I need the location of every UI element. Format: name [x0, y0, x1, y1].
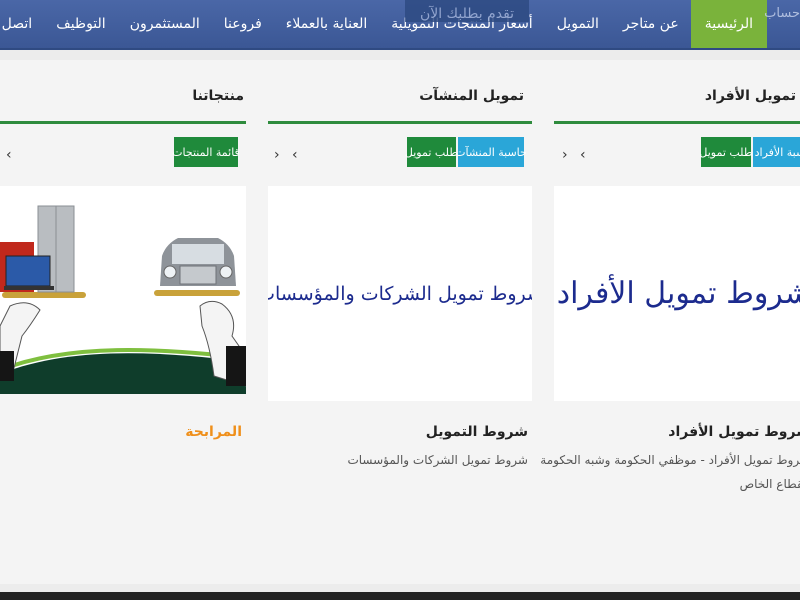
bottom-bar [0, 592, 800, 600]
item-title-link[interactable]: المرابحة [185, 424, 242, 440]
item-title-link[interactable]: شروط تمويل الأفراد [668, 424, 800, 440]
nav-home[interactable]: الرئيسية [690, 0, 767, 48]
section-title: تمويل المنشآت [419, 88, 524, 104]
nav-branches[interactable]: فروعنا [212, 0, 274, 48]
item-description: القطاع الخاص [739, 477, 800, 491]
banner-text: شروط تمويل الأفراد [556, 276, 800, 311]
nav-financing[interactable]: التمويل [545, 0, 611, 48]
nav-contact[interactable]: اتصل بنا [0, 0, 44, 48]
carousel-prev-arrow[interactable]: ‹ [580, 148, 586, 162]
products-section: منتجاتنا قائمة المنتجات ‹ المرابحة [0, 60, 246, 584]
main-navigation: الرئيسية عن متاجر التمويل أسعار المنتجات… [0, 0, 800, 50]
enterprises-financing-section: تمويل المنشآت حاسبة المنشآت طلب تمويل › … [268, 60, 532, 584]
individuals-calculator-button[interactable]: حاسبة الأفراد [753, 137, 800, 167]
enterprises-banner[interactable]: شروط تمويل الشركات والمؤسسات [268, 186, 532, 401]
carousel-prev-arrow[interactable]: ‹ [6, 148, 12, 162]
nav-about[interactable]: عن متاجر [611, 0, 691, 48]
murabaha-illustration [0, 186, 246, 394]
item-description: شروط تمويل الشركات والمؤسسات [347, 453, 528, 467]
murabaha-banner[interactable] [0, 186, 246, 394]
item-title-link[interactable]: شروط التمويل [426, 424, 528, 440]
nav-product-prices[interactable]: أسعار المنتجات التمويلية [379, 0, 544, 48]
carousel-next-arrow[interactable]: › [274, 148, 280, 162]
section-title: تمويل الأفراد [704, 88, 796, 104]
nav-careers[interactable]: التوظيف [44, 0, 117, 48]
product-list-button[interactable]: قائمة المنتجات [172, 137, 240, 167]
individuals-financing-section: تمويل الأفراد حاسبة الأفراد طلب تمويل › … [540, 60, 800, 584]
carousel-prev-arrow[interactable]: ‹ [292, 148, 298, 162]
banner-text: شروط تمويل الشركات والمؤسسات [268, 282, 532, 305]
section-divider [268, 121, 532, 124]
individuals-banner[interactable]: شروط تمويل الأفراد [554, 186, 800, 401]
account-link[interactable]: حساب [765, 6, 800, 24]
enterprises-request-button[interactable]: طلب تمويل [405, 137, 458, 167]
section-divider [554, 121, 800, 124]
section-title: منتجاتنا [192, 88, 244, 104]
enterprises-calculator-button[interactable]: حاسبة المنشآت [455, 137, 527, 167]
carousel-next-arrow[interactable]: › [562, 148, 568, 162]
nav-investors[interactable]: المستثمرون [118, 0, 212, 48]
nav-customer-care[interactable]: العناية بالعملاء [274, 0, 379, 48]
main-content: تمويل الأفراد حاسبة الأفراد طلب تمويل › … [0, 60, 800, 584]
individuals-request-button[interactable]: طلب تمويل [699, 137, 753, 167]
item-description: شروط تمويل الأفراد - موظفي الحكومة وشبه … [540, 453, 800, 467]
section-divider [0, 121, 246, 124]
